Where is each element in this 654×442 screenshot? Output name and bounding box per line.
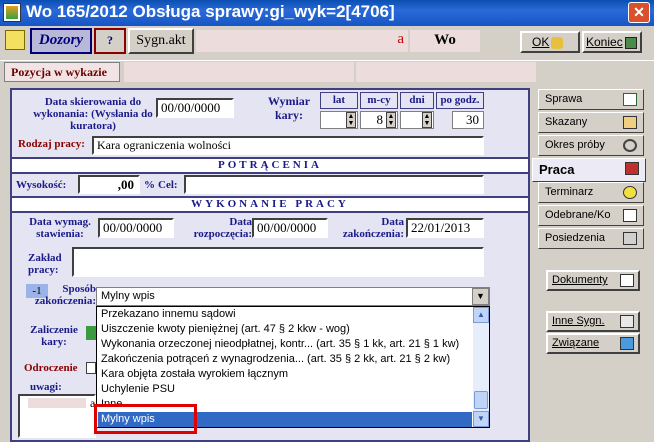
folder-icon — [620, 315, 634, 328]
zwiazane-button[interactable]: Związane — [546, 333, 640, 354]
toolbar-app-icon[interactable] — [2, 28, 30, 54]
percent-label: % — [144, 179, 155, 191]
position-extra-field — [356, 62, 536, 82]
sygn-akt-button[interactable]: Sygn.akt — [128, 28, 194, 54]
tab-okres-proby[interactable]: Okres próby — [538, 135, 644, 156]
scroll-up-icon[interactable]: ▲ — [473, 307, 489, 323]
wysokosc-input[interactable]: ,00 — [78, 175, 140, 194]
person-icon — [623, 116, 637, 129]
zaliczenie-label: Zaliczenie kary: — [30, 324, 78, 348]
scroll-down-icon[interactable]: ▼ — [473, 411, 489, 427]
window-title: Wo 165/2012 Obsługa sprawy:gi_wyk=2[4706… — [26, 2, 395, 21]
potracenia-header: POTRĄCENIA — [12, 157, 528, 174]
data-zak-input[interactable]: 22/01/2013 — [406, 218, 484, 238]
rodzaj-pracy-input[interactable]: Kara ograniczenia wolności — [92, 136, 484, 155]
mcy-spinner[interactable]: ▲ ▼ — [386, 112, 396, 128]
exit-door-icon — [624, 36, 637, 49]
people-icon — [620, 337, 634, 350]
sposob-label: Sposób zakończenia: — [34, 283, 96, 307]
odroczenie-checkbox[interactable] — [86, 362, 96, 374]
dropdown-option[interactable]: Kara objęta została wyrokiem łącznym — [98, 367, 472, 382]
wysokosc-label: Wysokość: — [16, 179, 67, 191]
case-type-field: Wo — [410, 30, 480, 52]
tab-terminarz[interactable]: Terminarz — [538, 182, 644, 203]
dropdown-option[interactable]: Uchylenie PSU — [98, 382, 472, 397]
cel-input[interactable] — [184, 175, 484, 194]
dozory-button[interactable]: Dozory — [30, 28, 92, 54]
zaklad-pracy-label: Zakład pracy: — [28, 252, 62, 276]
data-skierowania-label: Data skierowania do wykonania: (Wysłania… — [33, 96, 153, 132]
koniec-button[interactable]: Koniec — [582, 31, 642, 53]
chevron-down-icon[interactable]: ▼ — [472, 288, 489, 305]
dropdown-scrollbar[interactable]: ▲ ▼ — [473, 307, 489, 427]
close-button[interactable]: ✕ — [628, 2, 650, 23]
thumbs-up-icon — [551, 36, 564, 49]
lat-spinner[interactable]: ▲ ▼ — [346, 112, 356, 128]
tab-praca[interactable]: Praca — [532, 158, 646, 182]
dropdown-option[interactable]: Uiszczenie kwoty pieniężnej (art. 47 § 2… — [98, 322, 472, 337]
dropdown-option[interactable]: Zakończenia potrąceń z wynagrodzenia... … — [98, 352, 472, 367]
help-button[interactable]: ? — [94, 28, 126, 54]
data-rozp-input[interactable]: 00/00/0000 — [252, 218, 328, 238]
title-bar: Wo 165/2012 Obsługa sprawy:gi_wyk=2[4706… — [0, 0, 654, 26]
tab-sprawa[interactable]: Sprawa — [538, 89, 644, 110]
dropdown-option[interactable]: Przekazano innemu sądowi — [98, 307, 472, 322]
building-icon — [623, 232, 637, 245]
uwagi-redacted — [28, 398, 86, 408]
tab-odebrane-ko[interactable]: Odebrane/Ko — [538, 205, 644, 226]
position-value-field — [124, 62, 354, 82]
case-number-field: a — [196, 30, 408, 52]
uwagi-label: uwagi: — [30, 381, 62, 393]
header-mcy: m-cy — [360, 92, 398, 109]
dokumenty-button[interactable]: Dokumenty — [546, 270, 640, 291]
header-dni: dni — [400, 92, 434, 109]
data-skierowania-input[interactable]: 00/00/0000 — [156, 98, 234, 118]
magnifier-icon — [623, 139, 637, 152]
highlight-box — [94, 404, 197, 434]
rodzaj-pracy-label: Rodzaj pracy: — [18, 138, 85, 150]
dropdown-option[interactable]: Wykonania orzeczonej nieodpłatnej, kontr… — [98, 337, 472, 352]
sposob-zakonczenia-select[interactable]: Mylny wpis — [96, 287, 490, 306]
wykonanie-pracy-header: WYKONANIE PRACY — [12, 196, 528, 213]
tab-posiedzenia[interactable]: Posiedzenia — [538, 228, 644, 249]
wymiar-kary-label: Wymiar kary: — [267, 94, 311, 122]
godz-input[interactable]: 30 — [452, 111, 484, 129]
inne-sygn-button[interactable]: Inne Sygn. — [546, 311, 640, 332]
header-godz: po godz. — [436, 92, 484, 109]
app-icon — [3, 3, 21, 22]
documents-icon — [623, 209, 637, 222]
data-wymag-label: Data wymag. stawienia: — [29, 216, 91, 240]
dni-spinner[interactable]: ▲ ▼ — [422, 112, 432, 128]
scroll-thumb[interactable] — [474, 391, 488, 409]
header-lat: lat — [320, 92, 358, 109]
help-icon: ? — [107, 33, 113, 47]
cel-label: Cel: — [158, 179, 178, 191]
document-icon — [620, 274, 634, 287]
data-rozp-label: Data rozpoczęcia: — [193, 216, 252, 240]
ok-button[interactable]: OK — [520, 31, 580, 53]
tools-icon — [625, 162, 639, 175]
data-wymag-input[interactable]: 00/00/0000 — [98, 218, 174, 238]
clock-icon — [623, 186, 637, 199]
zaklad-pracy-input[interactable] — [72, 247, 484, 277]
position-label: Pozycja w wykazie — [4, 62, 120, 82]
odroczenie-label: Odroczenie — [24, 362, 78, 374]
tab-skazany[interactable]: Skazany — [538, 112, 644, 133]
table-icon — [623, 93, 637, 106]
data-zak-label: Data zakończenia: — [342, 216, 404, 240]
